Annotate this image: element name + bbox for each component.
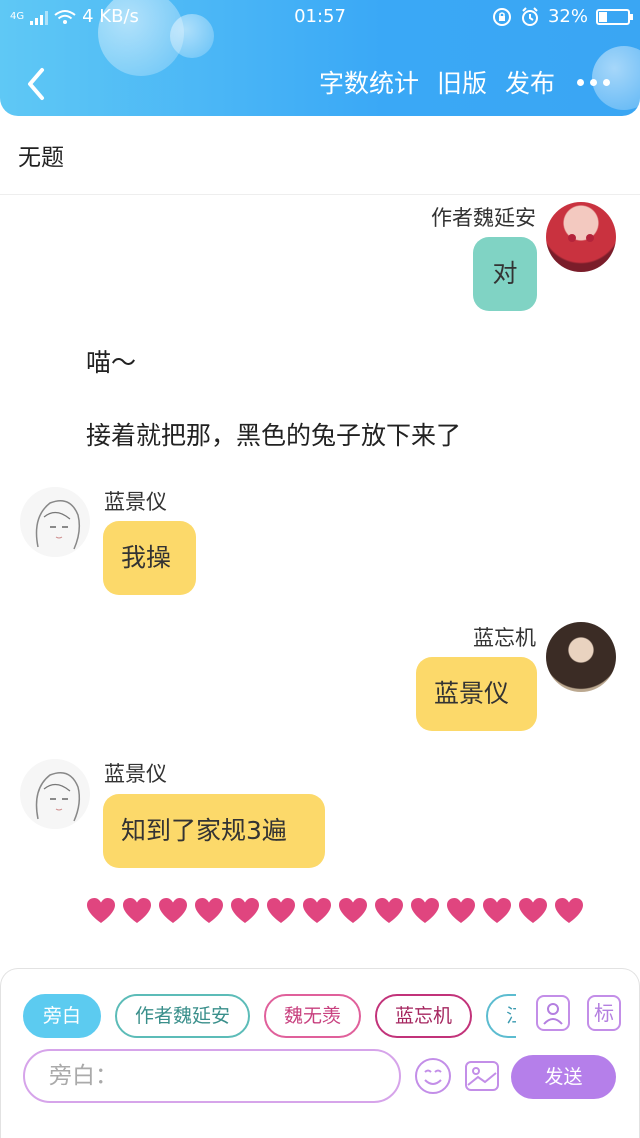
message-bubble[interactable]: 我操 <box>103 521 196 595</box>
heart-icon <box>231 898 259 923</box>
nav-bar: 字数统计 旧版 发布 <box>0 48 640 114</box>
message-bubble[interactable]: 蓝景仪 <box>416 657 537 731</box>
speaker-name: 蓝景仪 <box>104 490 167 514</box>
avatar[interactable] <box>546 202 616 272</box>
heart-icon <box>87 898 115 923</box>
heart-icon <box>555 898 583 923</box>
hearts-row[interactable] <box>86 897 584 925</box>
more-icon[interactable] <box>577 78 610 86</box>
chip-character[interactable]: 江澄 <box>486 994 516 1038</box>
heart-icon <box>483 898 511 923</box>
back-arrow-icon[interactable] <box>22 64 52 104</box>
avatar[interactable] <box>546 622 616 692</box>
person-icon[interactable] <box>536 995 570 1031</box>
speaker-name: 作者魏延安 <box>431 206 536 230</box>
heart-icon <box>267 898 295 923</box>
avatar[interactable] <box>20 759 90 829</box>
story-title[interactable]: 无题 <box>18 138 64 172</box>
character-chip-row[interactable]: 旁白 作者魏延安 魏无羡 蓝忘机 江澄 <box>23 994 516 1038</box>
narration-text[interactable]: 接着就把那，黑色的兔子放下来了 <box>86 416 461 452</box>
heart-icon <box>519 898 547 923</box>
emoji-icon[interactable] <box>414 1057 452 1095</box>
heart-icon <box>159 898 187 923</box>
speaker-name: 蓝忘机 <box>473 626 536 650</box>
heart-icon <box>195 898 223 923</box>
heart-icon <box>339 898 367 923</box>
chip-character[interactable]: 蓝忘机 <box>375 994 473 1038</box>
heart-icon <box>303 898 331 923</box>
tag-button[interactable]: 标 <box>587 995 621 1031</box>
old-version-button[interactable]: 旧版 <box>437 64 487 100</box>
battery-icon <box>596 8 633 25</box>
chip-character[interactable]: 魏无羡 <box>264 994 362 1038</box>
message-bubble[interactable]: 知到了家规3遍 <box>103 794 325 868</box>
message-bubble[interactable]: 对 <box>473 237 537 311</box>
publish-button[interactable]: 发布 <box>505 64 555 100</box>
word-count-button[interactable]: 字数统计 <box>319 64 419 100</box>
battery-percent: 32% <box>547 6 588 27</box>
speaker-name: 蓝景仪 <box>104 762 167 786</box>
narration-text[interactable]: 喵～ <box>86 343 136 379</box>
avatar[interactable] <box>20 487 90 557</box>
heart-icon <box>123 898 151 923</box>
chip-character[interactable]: 作者魏延安 <box>115 994 251 1038</box>
title-bar: 无题 <box>0 116 640 195</box>
heart-icon <box>447 898 475 923</box>
send-button[interactable]: 发送 <box>511 1055 616 1099</box>
status-bar: 4G 4 KB/s 01:57 32% <box>0 0 640 34</box>
app-header: 4G 4 KB/s 01:57 32% 字数统计 旧版 发布 <box>0 0 640 116</box>
message-input[interactable] <box>23 1049 401 1103</box>
composer-panel: 旁白 作者魏延安 魏无羡 蓝忘机 江澄 标 发送 <box>0 968 640 1138</box>
rotation-lock-icon <box>492 7 511 26</box>
image-icon[interactable] <box>463 1057 501 1095</box>
alarm-icon <box>521 6 538 26</box>
heart-icon <box>411 898 439 923</box>
chip-narrator[interactable]: 旁白 <box>23 994 102 1038</box>
heart-icon <box>375 898 403 923</box>
